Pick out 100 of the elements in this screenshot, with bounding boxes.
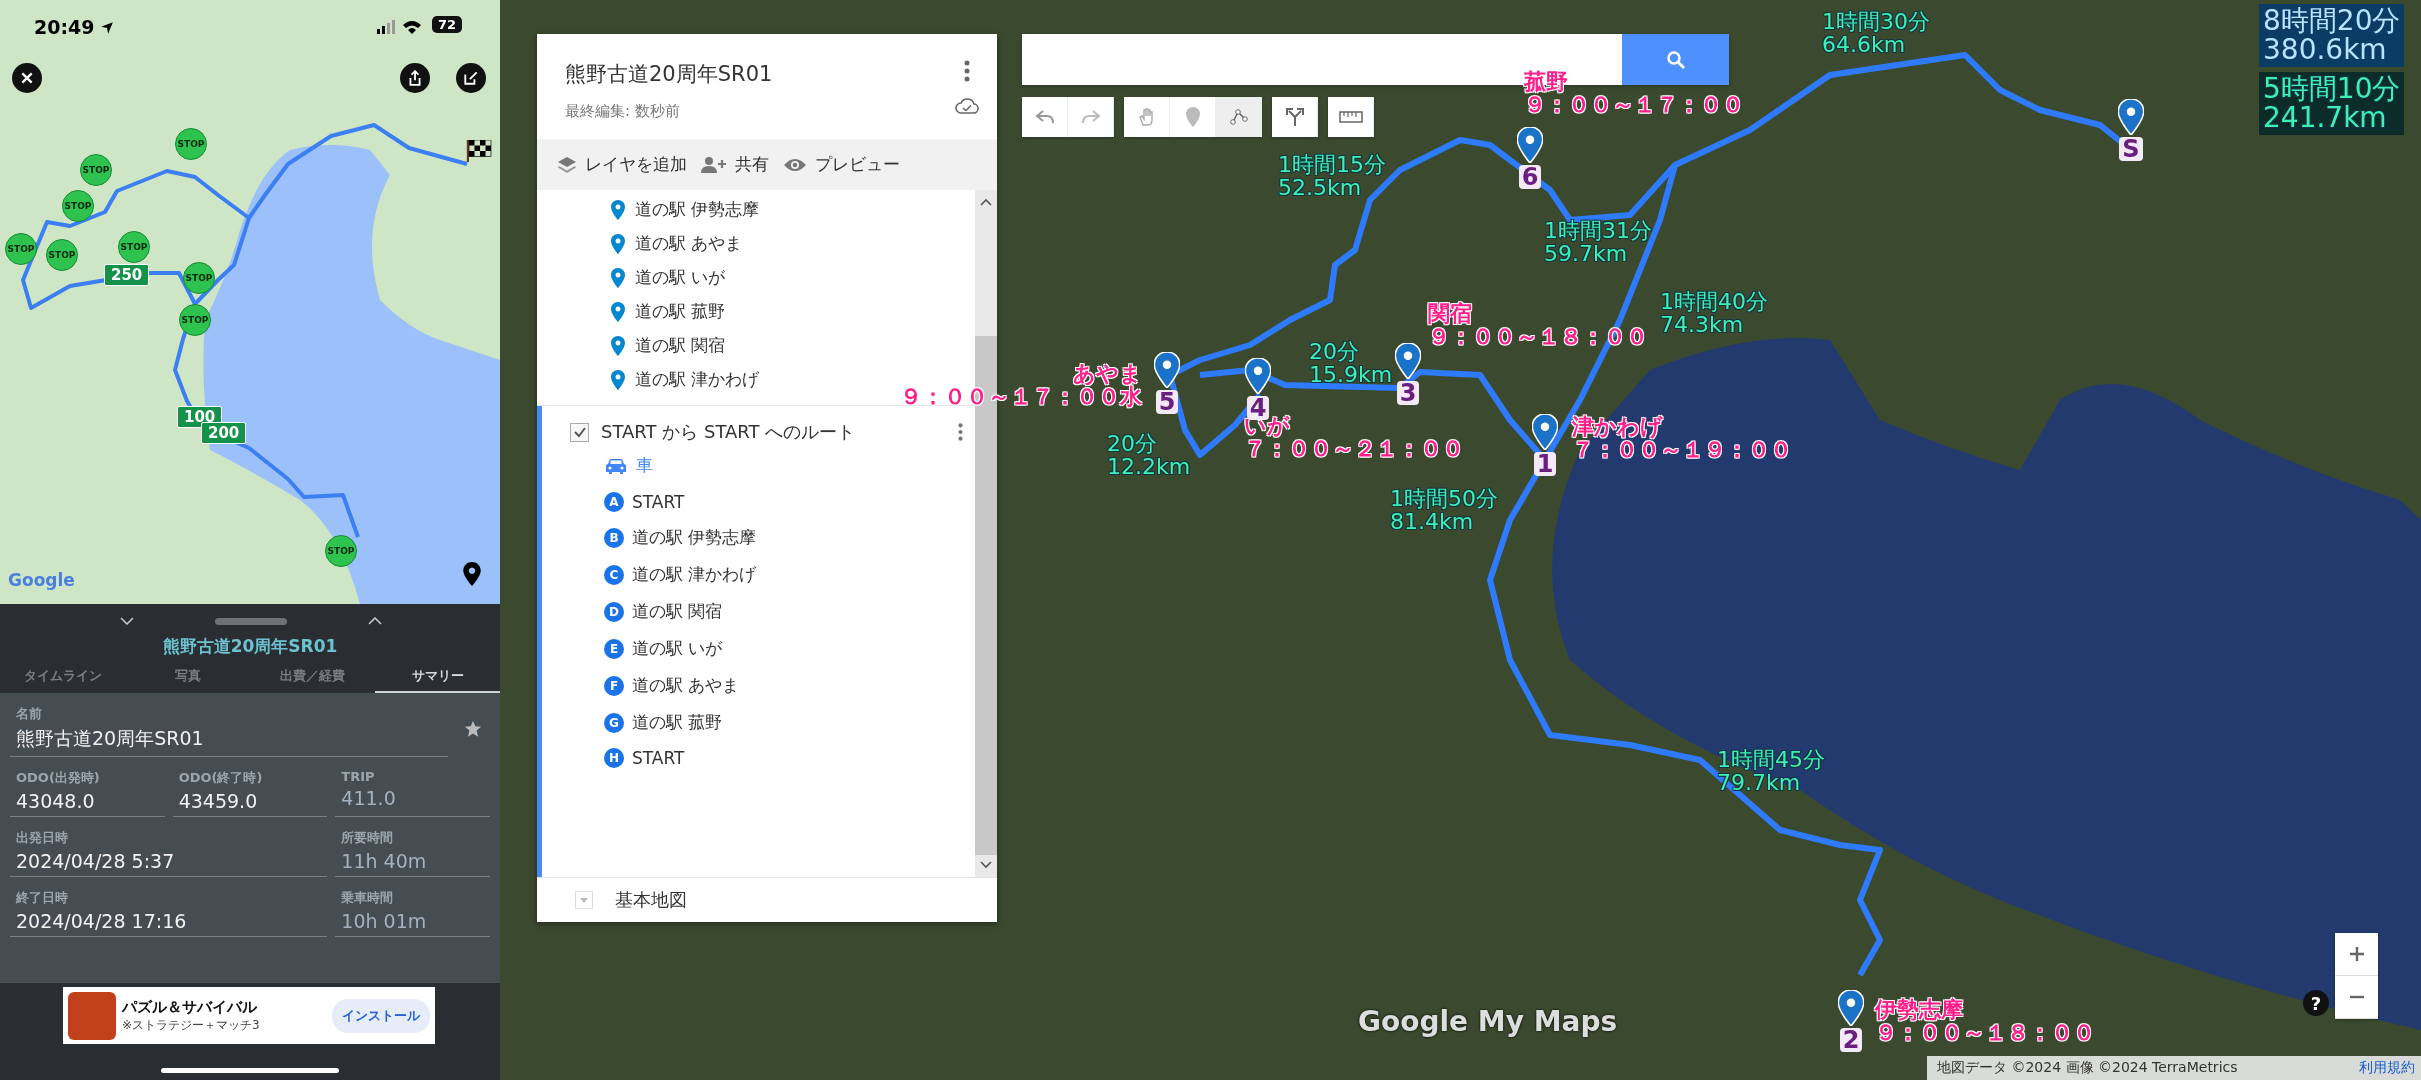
map-pin-icon[interactable]	[1395, 343, 1421, 379]
route-stop[interactable]: D 道の駅 関宿	[542, 593, 975, 630]
stop-name: 道の駅 伊勢志摩	[632, 526, 757, 549]
place-item[interactable]: 道の駅 あやま	[611, 232, 975, 255]
route-stop[interactable]: G 道の駅 菰野	[542, 704, 975, 741]
map-pin-icon[interactable]	[1532, 414, 1558, 450]
caret-down-icon[interactable]	[980, 861, 992, 869]
checkmark-icon	[572, 425, 587, 439]
redo-icon	[1080, 109, 1101, 125]
trip-field[interactable]: ODO(終了時) 43459.0	[172, 765, 328, 817]
toolbar-action[interactable]: 共有	[701, 153, 769, 176]
name-field[interactable]: 名前 熊野古道20周年SR01	[10, 701, 448, 757]
field-label: 名前	[16, 705, 42, 723]
stop-marker[interactable]: STOP	[62, 190, 94, 222]
map-pin-icon[interactable]	[1245, 358, 1271, 394]
trip-title: 熊野古道20周年SR01	[161, 635, 339, 658]
directions-button[interactable]	[1272, 97, 1318, 137]
google-logo: Google	[8, 570, 75, 590]
location-pin-icon[interactable]	[463, 562, 481, 586]
install-button[interactable]: インストール	[332, 998, 430, 1033]
place-item[interactable]: 道の駅 関宿	[611, 334, 975, 357]
zoom-in-button[interactable]	[2335, 933, 2378, 976]
stop-name: START	[632, 748, 685, 768]
signal-icon	[376, 20, 396, 34]
trip-field[interactable]: ODO(出発時) 43048.0	[10, 765, 165, 817]
layer-checkbox[interactable]	[570, 422, 589, 442]
stop-marker[interactable]: STOP	[175, 128, 207, 160]
field-label: 乗車時間	[341, 889, 394, 907]
field-label: 所要時間	[341, 829, 394, 847]
map-title[interactable]: 熊野古道20周年SR01	[565, 60, 773, 88]
stop-marker[interactable]: STOP	[118, 231, 150, 263]
stop-name: START	[632, 492, 685, 512]
edit-button[interactable]	[456, 63, 486, 93]
chevron-down-icon[interactable]	[120, 617, 134, 625]
travel-mode-button[interactable]: 車	[604, 454, 653, 477]
field-value: 熊野古道20周年SR01	[16, 726, 204, 751]
layers-icon	[557, 155, 577, 174]
route-stop[interactable]: H START	[542, 741, 975, 775]
map-pin-icon[interactable]	[1517, 127, 1543, 163]
field-label: ODO(出発時)	[16, 769, 100, 787]
stop-marker[interactable]: STOP	[325, 535, 357, 567]
map-pin-icon[interactable]	[2118, 99, 2144, 135]
add-marker-button[interactable]	[1170, 97, 1216, 137]
ruler-button[interactable]	[1328, 97, 1374, 137]
pin-number: 6	[1518, 165, 1542, 189]
close-button[interactable]	[12, 63, 42, 93]
route-stop[interactable]: E 道の駅 いが	[542, 630, 975, 667]
trip-field[interactable]: 出発日時 2024/04/28 5:37	[10, 825, 328, 877]
place-item[interactable]: 道の駅 いが	[611, 266, 975, 289]
share-button[interactable]	[400, 63, 430, 93]
close-icon	[20, 71, 34, 85]
stop-letter: H	[604, 748, 624, 768]
route-label: 1時間15分 52.5km	[1278, 153, 1386, 200]
stop-marker[interactable]: STOP	[183, 262, 215, 294]
layer-title[interactable]: START から START へのルート	[601, 420, 946, 444]
chevron-up-icon[interactable]	[368, 617, 382, 625]
route-stop[interactable]: B 道の駅 伊勢志摩	[542, 519, 975, 556]
field-value: 11h 40m	[341, 850, 427, 872]
toolbar-action[interactable]: プレビュー	[783, 153, 900, 176]
more-options-icon[interactable]	[958, 422, 963, 442]
map-pin-icon[interactable]	[1154, 352, 1180, 388]
place-item[interactable]: 道の駅 菰野	[611, 300, 975, 323]
attribution-text: 地図データ ©2024 画像 ©2024 TerraMetrics	[1937, 1059, 2238, 1077]
base-map-item[interactable]: 基本地図	[537, 877, 997, 922]
star-icon[interactable]	[464, 720, 482, 738]
ad-banner[interactable]: パズル＆サバイバル ※ストラテジー＋マッチ3 インストール	[63, 987, 435, 1044]
map-pin-icon[interactable]	[1838, 990, 1864, 1026]
google-my-maps-logo: Google My Maps	[1358, 1005, 1618, 1038]
pin-number: 4	[1246, 396, 1270, 420]
more-options-icon[interactable]	[964, 60, 970, 82]
route-label: 1時間40分 74.3km	[1660, 290, 1768, 337]
eye-icon	[783, 156, 807, 173]
route-stop[interactable]: C 道の駅 津かわげ	[542, 556, 975, 593]
place-item[interactable]: 道の駅 伊勢志摩	[611, 198, 975, 221]
route-stop[interactable]: F 道の駅 あやま	[542, 667, 975, 704]
trip-field[interactable]: 終了日時 2024/04/28 17:16	[10, 885, 328, 937]
help-button[interactable]: ?	[2303, 990, 2329, 1016]
terms-link[interactable]: 利用規約	[2359, 1059, 2415, 1077]
stop-name: 道の駅 津かわげ	[632, 563, 757, 586]
undo-icon	[1034, 109, 1055, 125]
stop-name: 道の駅 あやま	[632, 674, 740, 697]
drag-handle[interactable]	[215, 617, 287, 625]
stop-letter: F	[604, 675, 624, 696]
stop-marker[interactable]: STOP	[179, 304, 211, 336]
field-label: 終了日時	[16, 889, 68, 907]
location-arrow-icon	[100, 21, 114, 35]
cloud-check-icon	[955, 98, 979, 114]
caret-up-icon[interactable]	[980, 198, 992, 206]
stop-marker[interactable]: STOP	[5, 233, 37, 265]
route-stop[interactable]: A START	[542, 485, 975, 519]
stop-letter: G	[604, 712, 624, 733]
app-icon	[68, 991, 116, 1040]
undo-button[interactable]	[1022, 97, 1068, 137]
stop-marker[interactable]: STOP	[80, 154, 112, 186]
wifi-icon	[402, 20, 422, 34]
stop-marker[interactable]: STOP	[46, 239, 78, 271]
search-icon	[1665, 49, 1686, 70]
field-value: 43459.0	[178, 790, 258, 812]
map-pin-icon	[611, 369, 625, 390]
toolbar-action[interactable]: レイヤを追加	[557, 153, 687, 176]
